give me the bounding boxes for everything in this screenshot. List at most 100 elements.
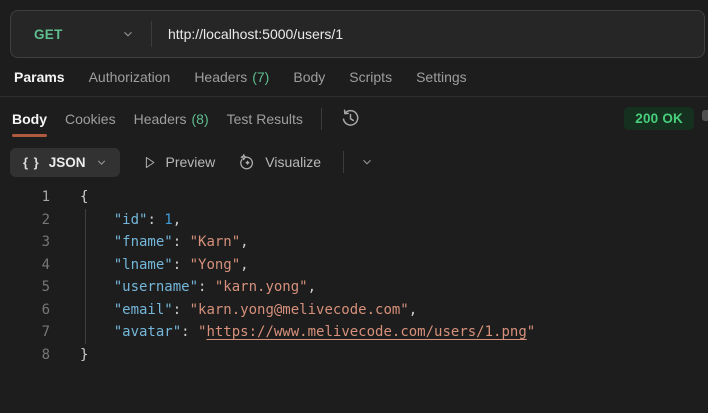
tab-headers-request[interactable]: Headers (7) xyxy=(194,69,269,85)
code-token: "avatar" xyxy=(113,324,182,340)
code-line[interactable]: 7 "avatar": "https://www.melivecode.com/… xyxy=(0,321,708,344)
code-token: } xyxy=(80,346,89,363)
tab-label: Body xyxy=(293,69,326,85)
format-dropdown[interactable]: { } JSON xyxy=(10,147,120,177)
tab-headers-response[interactable]: Headers (8) xyxy=(134,97,209,140)
line-number: 4 xyxy=(41,256,50,273)
code-token: : xyxy=(172,256,190,273)
headers-count: (8) xyxy=(191,110,209,127)
tab-label: Params xyxy=(14,69,65,85)
code-line[interactable]: 5 "username": "karn.yong", xyxy=(0,276,708,299)
code-token: "email" xyxy=(113,301,173,318)
response-history-button[interactable] xyxy=(340,108,361,129)
line-number: 3 xyxy=(41,234,50,250)
code-line[interactable]: 1{ xyxy=(0,186,708,209)
response-tabs: Body Cookies Headers (8) Test Results 200… xyxy=(0,97,708,140)
code-token: "id" xyxy=(113,211,148,228)
tab-label: Settings xyxy=(416,69,467,85)
code-line-content: "fname": "Karn", xyxy=(50,231,249,254)
code-token: , xyxy=(240,234,249,250)
code-line-content: "avatar": "https://www.melivecode.com/us… xyxy=(50,321,535,344)
code-token: : xyxy=(172,301,190,318)
code-line-content: "username": "karn.yong", xyxy=(50,276,316,299)
code-line-content: "email": "karn.yong@melivecode.com", xyxy=(50,299,417,322)
code-token: , xyxy=(408,301,418,318)
code-token: "karn.yong" xyxy=(214,279,308,295)
tab-label: Body xyxy=(12,110,47,127)
visualize-label: Visualize xyxy=(265,154,322,170)
line-number: 7 xyxy=(41,324,50,340)
line-number: 1 xyxy=(41,189,50,205)
tab-label: Headers xyxy=(133,110,187,127)
code-token: "karn.yong@melivecode.com" xyxy=(189,301,409,318)
code-token: "Karn" xyxy=(189,234,241,250)
code-line[interactable]: 2 "id": 1, xyxy=(0,209,708,232)
tab-params[interactable]: Params xyxy=(14,69,65,85)
code-token: : xyxy=(181,324,199,340)
tab-label: Scripts xyxy=(349,69,393,85)
format-label: JSON xyxy=(48,154,86,170)
chevron-down-icon xyxy=(363,159,371,165)
tab-authorization[interactable]: Authorization xyxy=(89,69,171,85)
request-tabs: Params Authorization Headers (7) Body Scr… xyxy=(0,58,708,97)
code-line[interactable]: 8} xyxy=(0,344,708,367)
url-link[interactable]: https://www.melivecode.com/users/1.png xyxy=(206,324,526,340)
request-url-bar: GET http://localhost:5000/users/1 xyxy=(10,10,705,58)
tab-settings[interactable]: Settings xyxy=(416,69,467,85)
headers-count: (7) xyxy=(252,69,270,85)
tab-scripts[interactable]: Scripts xyxy=(349,69,392,85)
code-token: , xyxy=(172,211,182,228)
response-body-code-editor[interactable]: 1{2 "id": 1, 3 "fname": "Karn", 4 "lname":… xyxy=(0,184,708,366)
code-token: "fname" xyxy=(113,234,173,250)
tab-body-response[interactable]: Body xyxy=(12,97,47,140)
code-line-content: "lname": "Yong", xyxy=(50,254,249,277)
code-token: "username" xyxy=(113,279,199,295)
code-token: " xyxy=(526,324,536,340)
method-label: GET xyxy=(34,26,63,42)
status-badge[interactable]: 200 OK xyxy=(624,107,694,130)
more-formats-button[interactable] xyxy=(360,155,374,169)
indent-guide xyxy=(85,209,86,344)
cropped-ui-element xyxy=(702,110,708,121)
preview-button[interactable]: Preview xyxy=(142,154,216,170)
code-line[interactable]: 3 "fname": "Karn", xyxy=(0,231,708,254)
tab-cookies[interactable]: Cookies xyxy=(65,97,116,140)
url-input[interactable]: http://localhost:5000/users/1 xyxy=(152,26,704,42)
tab-label: Test Results xyxy=(226,110,303,127)
response-body-toolbar: { } JSON Preview Visualize xyxy=(0,140,708,184)
code-line-content: } xyxy=(50,344,88,367)
tab-label: Authorization xyxy=(88,69,171,85)
tab-test-results[interactable]: Test Results xyxy=(227,97,303,140)
line-number: 5 xyxy=(41,279,50,295)
code-token: , xyxy=(240,256,249,273)
tab-label: Headers xyxy=(194,69,248,85)
braces-icon: { } xyxy=(23,154,40,170)
line-number: 2 xyxy=(41,211,50,228)
code-token: , xyxy=(307,279,317,295)
divider xyxy=(320,107,322,130)
preview-label: Preview xyxy=(165,154,216,170)
code-token: { xyxy=(80,189,89,205)
divider xyxy=(343,151,345,173)
history-clock-icon xyxy=(342,109,359,126)
play-icon xyxy=(145,156,154,168)
code-token: 1 xyxy=(164,211,173,228)
chevron-down-icon xyxy=(124,31,132,37)
code-token: "lname" xyxy=(113,256,173,273)
code-token: : xyxy=(172,234,190,250)
code-token: : xyxy=(198,279,215,295)
code-line[interactable]: 4 "lname": "Yong", xyxy=(0,254,708,277)
line-number: 8 xyxy=(41,346,50,363)
code-line-content: "id": 1, xyxy=(50,209,181,232)
chevron-down-icon xyxy=(97,160,105,165)
line-number: 6 xyxy=(41,301,50,318)
code-token: : xyxy=(147,211,165,228)
method-dropdown[interactable]: GET xyxy=(11,11,151,57)
visualize-button[interactable]: Visualize xyxy=(237,153,321,172)
code-token: "Yong" xyxy=(189,256,241,273)
tab-body-request[interactable]: Body xyxy=(293,69,325,85)
magic-sparkle-icon xyxy=(240,153,254,169)
code-line-content: { xyxy=(50,186,88,209)
tab-label: Cookies xyxy=(65,110,116,127)
code-line[interactable]: 6 "email": "karn.yong@melivecode.com", xyxy=(0,299,708,322)
